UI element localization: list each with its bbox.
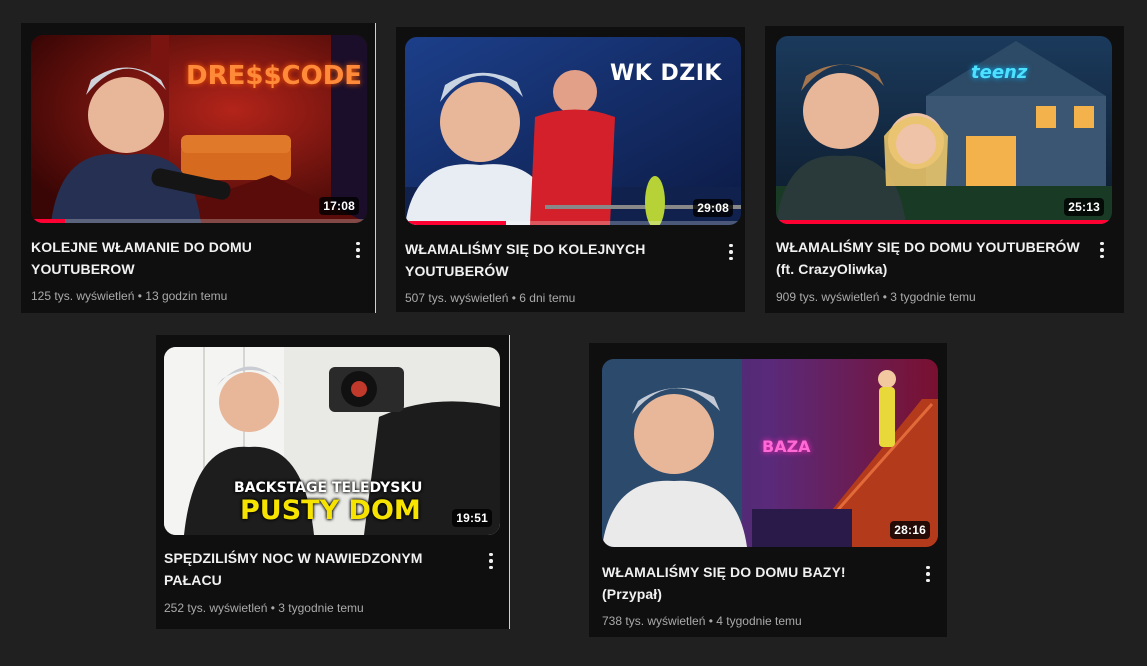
video-title-line-4b: PAŁACU <box>164 572 222 588</box>
vertical-dots-icon[interactable] <box>481 549 501 573</box>
view-count-4: 252 tys. wyświetleń <box>164 601 268 615</box>
vertical-dots-icon[interactable] <box>1092 238 1112 262</box>
thumbnail-text-2: WK DZIK <box>610 61 722 86</box>
progress-track-1 <box>31 219 367 223</box>
video-card-3[interactable]: teenz 25:13 WŁAMALIŚMY SIĘ DO DOMU YOUTU… <box>765 26 1124 313</box>
video-meta-3: 909 tys. wyświetleń • 3 tygodnie temu <box>776 290 976 304</box>
upload-age-1: 13 godzin temu <box>145 289 228 303</box>
video-title-line-5a: WŁAMALIŚMY SIĘ DO DOMU BAZY! <box>602 564 846 580</box>
video-card-4[interactable]: BACKSTAGE TELEDYSKU PUSTY DOM 19:51 SPĘD… <box>156 335 509 629</box>
video-title-5[interactable]: WŁAMALIŚMY SIĘ DO DOMU BAZY! (Przypał) <box>602 561 902 605</box>
video-title-line-4a: SPĘDZILIŚMY NOC W NAWIEDZONYM <box>164 550 423 566</box>
separator-dot: • <box>137 289 142 303</box>
video-duration-2: 29:08 <box>693 199 733 217</box>
thumbnail-text-4b: PUSTY DOM <box>240 495 421 526</box>
video-title-line-2a: WŁAMALIŚMY SIĘ DO KOLEJNYCH <box>405 241 646 257</box>
video-meta-2: 507 tys. wyświetleń • 6 dni temu <box>405 291 575 305</box>
view-count-1: 125 tys. wyświetleń <box>31 289 135 303</box>
watch-progress-bar-1 <box>31 219 65 223</box>
divider <box>375 23 376 313</box>
upload-age-2: 6 dni temu <box>519 291 576 305</box>
video-meta-5: 738 tys. wyświetleń • 4 tygodnie temu <box>602 614 802 628</box>
view-count-5: 738 tys. wyświetleń <box>602 614 706 628</box>
vertical-dots-icon[interactable] <box>918 562 938 586</box>
video-duration-3: 25:13 <box>1064 198 1104 216</box>
thumbnail-text-3: teenz <box>971 62 1028 83</box>
video-title-3[interactable]: WŁAMALIŚMY SIĘ DO DOMU YOUTUBERÓW (ft. C… <box>776 236 1091 280</box>
video-thumbnail-3[interactable]: teenz 25:13 <box>776 36 1112 224</box>
video-thumbnail-1[interactable]: DRE$$CODE 17:08 <box>31 35 367 223</box>
separator-dot: • <box>882 290 887 304</box>
separator-dot: • <box>270 601 275 615</box>
separator-dot: • <box>708 614 713 628</box>
thumbnail-text-1: DRE$$CODE <box>186 61 363 91</box>
video-thumbnail-4[interactable]: BACKSTAGE TELEDYSKU PUSTY DOM 19:51 <box>164 347 500 535</box>
video-card-2[interactable]: WK DZIK 29:08 WŁAMALIŚMY SIĘ DO KOLEJNYC… <box>396 27 745 312</box>
view-count-2: 507 tys. wyświetleń <box>405 291 509 305</box>
video-meta-4: 252 tys. wyświetleń • 3 tygodnie temu <box>164 601 364 615</box>
vertical-dots-icon[interactable] <box>348 238 368 262</box>
video-title-4[interactable]: SPĘDZILIŚMY NOC W NAWIEDZONYM PAŁACU <box>164 547 464 591</box>
thumbnail-text-4a: BACKSTAGE TELEDYSKU <box>234 480 423 496</box>
video-card-5[interactable]: BAZA 28:16 WŁAMALIŚMY SIĘ DO DOMU BAZY! … <box>589 343 947 637</box>
separator-dot: • <box>511 291 516 305</box>
video-title-line-5b: (Przypał) <box>602 586 663 602</box>
divider <box>509 335 510 629</box>
video-title-line-1a: KOLEJNE WŁAMANIE DO DOMU <box>31 239 252 255</box>
upload-age-3: 3 tygodnie temu <box>890 290 976 304</box>
video-title-line-1b: YOUTUBEROW <box>31 261 135 277</box>
thumbnail-text-5: BAZA <box>762 437 811 456</box>
video-thumbnail-2[interactable]: WK DZIK 29:08 <box>405 37 741 225</box>
video-thumbnail-5[interactable]: BAZA 28:16 <box>602 359 938 547</box>
video-title-line-3b: (ft. CrazyOliwka) <box>776 261 888 277</box>
watch-progress-bar-2 <box>405 221 506 225</box>
video-duration-5: 28:16 <box>890 521 930 539</box>
video-meta-1: 125 tys. wyświetleń • 13 godzin temu <box>31 289 227 303</box>
upload-age-5: 4 tygodnie temu <box>716 614 802 628</box>
video-title-line-2b: YOUTUBERÓW <box>405 263 509 279</box>
watch-progress-bar-3 <box>776 220 1112 224</box>
video-title-line-3a: WŁAMALIŚMY SIĘ DO DOMU YOUTUBERÓW <box>776 239 1080 255</box>
video-title-2[interactable]: WŁAMALIŚMY SIĘ DO KOLEJNYCH YOUTUBERÓW <box>405 238 695 282</box>
thumbnail-image-3 <box>776 36 1112 224</box>
video-card-1[interactable]: DRE$$CODE 17:08 KOLEJNE WŁAMANIE DO DOMU… <box>21 23 375 313</box>
video-duration-4: 19:51 <box>452 509 492 527</box>
view-count-3: 909 tys. wyświetleń <box>776 290 880 304</box>
vertical-dots-icon[interactable] <box>721 240 741 264</box>
video-title-1[interactable]: KOLEJNE WŁAMANIE DO DOMU YOUTUBEROW <box>31 236 331 280</box>
upload-age-4: 3 tygodnie temu <box>278 601 364 615</box>
video-duration-1: 17:08 <box>319 197 359 215</box>
